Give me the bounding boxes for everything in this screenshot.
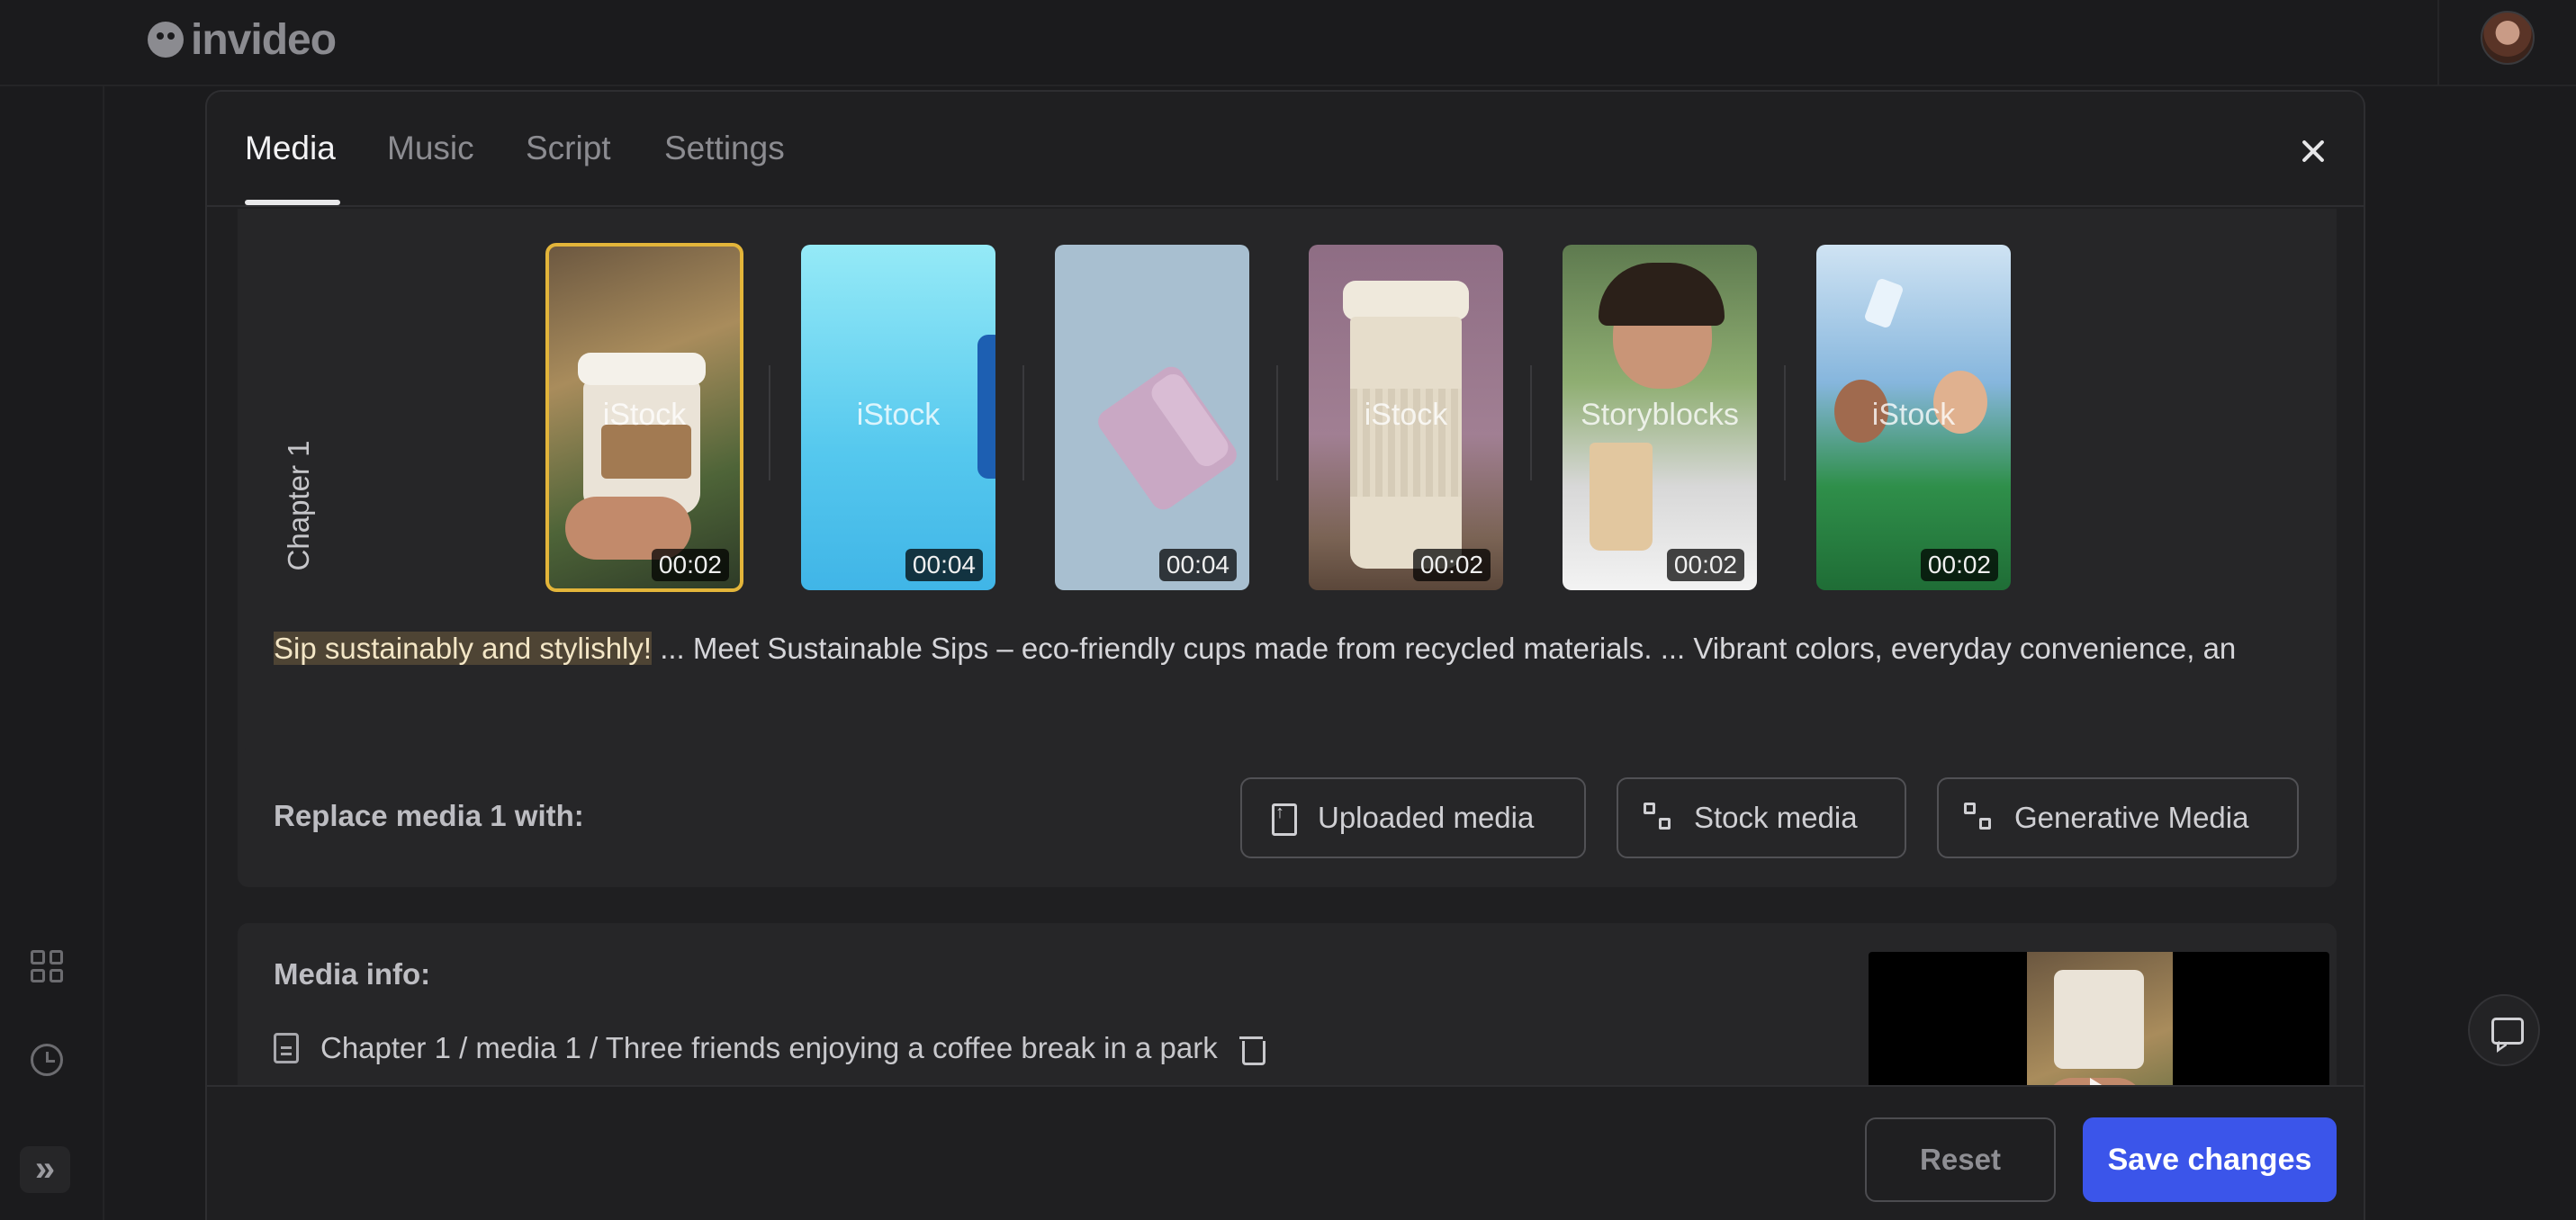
cup-shape <box>1590 443 1653 551</box>
invideo-logo[interactable]: invideo <box>148 13 337 67</box>
tab-music[interactable]: Music <box>387 130 474 167</box>
clip-source-label: iStock <box>602 398 687 432</box>
hair-shape <box>1599 263 1725 326</box>
clip-thumbnail-4[interactable]: iStock 00:02 <box>1309 245 1503 590</box>
clip-separator <box>1276 365 1278 480</box>
cup-lid-shape <box>578 353 706 385</box>
clip-duration-badge: 00:02 <box>1412 549 1491 581</box>
media-edit-modal: Media Music Script Settings Chapter 1 iS… <box>205 90 2365 1220</box>
chapter-panel: Chapter 1 iStock 00:02 iStock 00:04 00:0… <box>238 209 2337 801</box>
stock-media-button[interactable]: Stock media <box>1617 777 1906 858</box>
script-rest: ... Meet Sustainable Sips – eco-friendly… <box>652 632 2237 665</box>
uploaded-media-label: Uploaded media <box>1318 801 1535 834</box>
media-info-row: Chapter 1 / media 1 / Three friends enjo… <box>274 1031 1265 1065</box>
clip-duration-badge: 00:02 <box>1666 549 1744 581</box>
replace-media-panel: Replace media 1 with: Uploaded media Sto… <box>238 749 2337 887</box>
clip-separator <box>1530 365 1532 480</box>
clip-thumbnail-1[interactable]: iStock 00:02 <box>545 243 743 592</box>
left-rail: » <box>0 0 104 1220</box>
clip-duration-badge: 00:02 <box>1920 549 1998 581</box>
clip-separator <box>769 365 770 480</box>
logo-mark-icon <box>148 22 184 58</box>
generative-media-label: Generative Media <box>2014 801 2249 834</box>
swap-media-icon <box>1964 803 1995 833</box>
trash-icon[interactable] <box>1238 1034 1265 1065</box>
logo-text: invideo <box>191 15 337 64</box>
modal-footer: Reset Save changes <box>207 1085 2364 1220</box>
cup-shape <box>2054 970 2144 1069</box>
swap-media-icon <box>1644 803 1674 833</box>
stock-media-label: Stock media <box>1694 801 1858 834</box>
chapter-script-text[interactable]: Sip sustainably and stylishly! ... Meet … <box>274 632 2299 677</box>
clip-duration-badge: 00:04 <box>1158 549 1237 581</box>
clip-thumbnail-5[interactable]: Storyblocks 00:02 <box>1563 245 1757 590</box>
replace-media-label: Replace media 1 with: <box>274 799 584 832</box>
close-icon[interactable] <box>2288 126 2338 176</box>
clip-source-label: iStock <box>1364 398 1448 432</box>
uploaded-media-button[interactable]: Uploaded media <box>1240 777 1586 858</box>
modal-tabs: Media Music Script Settings <box>207 92 2364 207</box>
clip-source-label: Storyblocks <box>1581 398 1739 432</box>
generative-media-button[interactable]: Generative Media <box>1937 777 2299 858</box>
clip-source-label: iStock <box>856 398 941 432</box>
history-clock-icon[interactable] <box>31 1044 63 1076</box>
file-upload-icon <box>1267 803 1298 836</box>
clip-thumbnail-6[interactable]: iStock 00:02 <box>1816 245 2011 590</box>
clip-thumbnail-3[interactable]: 00:04 <box>1055 245 1249 590</box>
clip-duration-badge: 00:02 <box>651 549 729 581</box>
media-path-text: Chapter 1 / media 1 / Three friends enjo… <box>320 1031 1218 1064</box>
tab-script[interactable]: Script <box>526 130 611 167</box>
clip-source-label: iStock <box>1871 398 1956 432</box>
top-bar: invideo <box>0 0 2576 86</box>
media-info-label: Media info: <box>274 957 431 991</box>
clip-separator <box>1784 365 1786 480</box>
cup-lid-shape <box>1343 281 1469 320</box>
user-avatar[interactable] <box>2481 11 2535 65</box>
expand-chevrons-icon[interactable]: » <box>20 1146 70 1193</box>
reset-button[interactable]: Reset <box>1865 1117 2056 1202</box>
save-changes-button[interactable]: Save changes <box>2083 1117 2337 1202</box>
document-icon <box>274 1033 299 1063</box>
clip-separator <box>1022 365 1024 480</box>
cup-sleeve-shape <box>601 425 691 479</box>
clip-thumbnail-2[interactable]: iStock 00:04 <box>801 245 995 590</box>
tab-media[interactable]: Media <box>245 130 336 167</box>
chat-support-icon[interactable] <box>2468 994 2540 1066</box>
tab-settings[interactable]: Settings <box>664 130 785 167</box>
chapter-label: Chapter 1 <box>282 440 315 571</box>
active-tab-indicator <box>245 200 340 205</box>
bottle-shape <box>1863 277 1905 329</box>
script-highlight: Sip sustainably and stylishly! <box>274 632 653 665</box>
clip-duration-badge: 00:04 <box>905 549 983 581</box>
topbar-divider <box>2437 0 2439 86</box>
apps-grid-icon[interactable] <box>31 950 63 982</box>
